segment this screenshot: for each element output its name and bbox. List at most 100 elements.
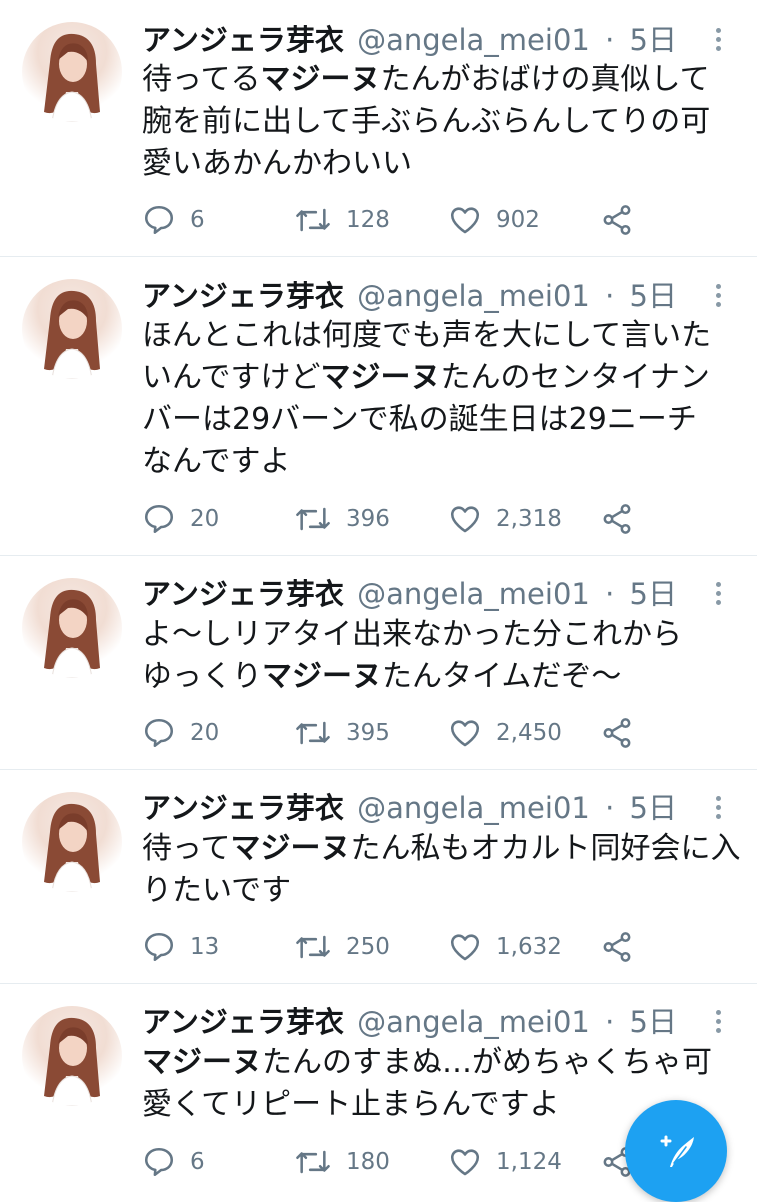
like-button[interactable]: 902 [448,200,540,240]
share-icon [603,504,631,534]
user-handle[interactable]: @angela_mei01 [357,791,590,825]
display-name[interactable]: アンジェラ芽衣 [142,577,344,611]
user-handle[interactable]: @angela_mei01 [357,23,590,57]
tweet-actions: 20 396 2,318 [142,499,662,539]
reply-button[interactable]: 6 [142,1142,205,1182]
timestamp[interactable]: 5日 [630,279,677,313]
retweet-icon [296,1150,330,1174]
display-name[interactable]: アンジェラ芽衣 [142,23,344,57]
user-handle[interactable]: @angela_mei01 [357,1005,590,1039]
avatar[interactable] [22,279,122,379]
separator-dot: · [605,577,615,611]
separator-dot: · [605,1005,615,1039]
tweet-header: アンジェラ芽衣 @angela_mei01 · 5日 [142,574,677,614]
tweet-actions: 6 180 1,124 [142,1142,662,1182]
share-button[interactable] [600,200,634,240]
like-button[interactable]: 2,450 [448,713,562,753]
retweet-count: 395 [346,720,390,746]
more-vertical-icon[interactable] [706,282,730,312]
avatar[interactable] [22,22,122,122]
tweet-text: 待ってるマジーヌたんがおばけの真似して腕を前に出して手ぶらんぶらんしてりの可愛い… [142,59,732,185]
tweet-actions: 20 395 2,450 [142,713,662,753]
retweet-icon [296,721,330,745]
tweet[interactable]: アンジェラ芽衣 @angela_mei01 · 5日 よ〜しリアタイ出来なかった… [0,556,757,769]
share-button[interactable] [600,927,634,967]
tweet-header: アンジェラ芽衣 @angela_mei01 · 5日 [142,788,677,828]
retweet-count: 180 [346,1149,390,1175]
tweet[interactable]: アンジェラ芽衣 @angela_mei01 · 5日 ほんとこれは何度でも声を大… [0,257,757,555]
retweet-button[interactable]: 180 [294,1142,390,1182]
tweet-text-bold: マジーヌ [262,659,382,694]
retweet-button[interactable]: 395 [294,713,390,753]
more-vertical-icon[interactable] [706,26,730,56]
like-count: 1,632 [496,934,562,960]
more-vertical-icon[interactable] [706,794,730,824]
reply-count: 6 [190,1149,205,1175]
heart-icon [450,1149,480,1176]
retweet-count: 250 [346,934,390,960]
tweet-text: 待ってマジーヌたん私もオカルト同好会に入りたいです [142,828,742,912]
timestamp[interactable]: 5日 [630,1005,677,1039]
reply-count: 20 [190,506,220,532]
retweet-icon [296,935,330,959]
tweet-text-segment: 待って [142,831,231,866]
share-icon [603,718,631,748]
like-count: 2,450 [496,720,562,746]
tweet[interactable]: アンジェラ芽衣 @angela_mei01 · 5日 待ってマジーヌたん私もオカ… [0,770,757,983]
reply-count: 6 [190,207,205,233]
retweet-button[interactable]: 128 [294,200,390,240]
compose-tweet-button[interactable] [625,1100,727,1202]
retweet-icon [296,208,330,232]
avatar[interactable] [22,578,122,678]
retweet-icon [296,507,330,531]
reply-icon [144,932,174,962]
retweet-button[interactable]: 396 [294,499,390,539]
tweet[interactable]: アンジェラ芽衣 @angela_mei01 · 5日 待ってるマジーヌたんがおば… [0,0,757,256]
more-vertical-icon[interactable] [706,580,730,610]
tweet-text-bold: マジーヌ [142,1045,262,1080]
avatar[interactable] [22,792,122,892]
user-handle[interactable]: @angela_mei01 [357,279,590,313]
display-name[interactable]: アンジェラ芽衣 [142,791,344,825]
tweet-text-bold: マジーヌ [320,360,441,395]
timestamp[interactable]: 5日 [630,577,677,611]
avatar[interactable] [22,1006,122,1106]
more-vertical-icon[interactable] [706,1008,730,1038]
like-count: 2,318 [496,506,562,532]
retweet-button[interactable]: 250 [294,927,390,967]
reply-button[interactable]: 6 [142,200,205,240]
like-button[interactable]: 2,318 [448,499,562,539]
user-handle[interactable]: @angela_mei01 [357,577,590,611]
like-button[interactable]: 1,632 [448,927,562,967]
compose-tweet-icon [660,1135,694,1167]
share-icon [603,205,631,235]
tweet-actions: 6 128 902 [142,200,662,240]
timestamp[interactable]: 5日 [630,791,677,825]
reply-button[interactable]: 20 [142,713,219,753]
tweet-actions: 13 250 1,632 [142,927,662,967]
heart-icon [450,934,480,961]
heart-icon [450,207,480,234]
like-count: 902 [496,207,540,233]
reply-button[interactable]: 20 [142,499,219,539]
retweet-count: 128 [346,207,390,233]
like-count: 1,124 [496,1149,562,1175]
tweet-header: アンジェラ芽衣 @angela_mei01 · 5日 [142,1002,677,1042]
tweet-text-bold: マジーヌ [260,62,381,97]
tweet-header: アンジェラ芽衣 @angela_mei01 · 5日 [142,20,677,60]
timestamp[interactable]: 5日 [630,23,677,57]
like-button[interactable]: 1,124 [448,1142,562,1182]
heart-icon [450,506,480,533]
tweet-text-segment: 待ってる [142,62,261,97]
display-name[interactable]: アンジェラ芽衣 [142,279,344,313]
separator-dot: · [605,279,615,313]
tweet-header: アンジェラ芽衣 @angela_mei01 · 5日 [142,276,677,316]
tweet-text: ほんとこれは何度でも声を大にして言いたいんですけどマジーヌたんのセンタイナンバー… [142,315,717,483]
share-button[interactable] [600,499,634,539]
share-button[interactable] [600,713,634,753]
display-name[interactable]: アンジェラ芽衣 [142,1005,344,1039]
tweet-text-segment: たんタイムだぞ〜 [382,659,622,694]
reply-icon [144,205,174,235]
tweet-text-bold: マジーヌ [230,831,351,866]
reply-button[interactable]: 13 [142,927,219,967]
